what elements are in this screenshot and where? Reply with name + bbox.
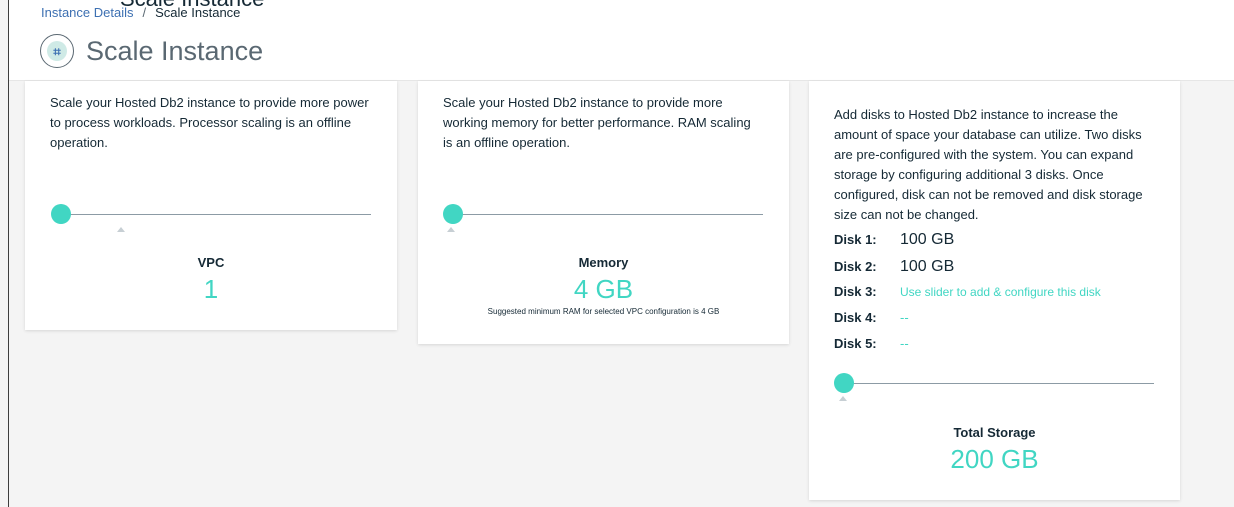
vpc-slider[interactable] <box>51 204 371 224</box>
disk-1-value: 100 GB <box>900 231 955 248</box>
vpc-slider-tick <box>117 227 125 232</box>
total-storage-label: Total Storage <box>953 425 1036 440</box>
memory-slider-track[interactable] <box>453 214 763 215</box>
breadcrumb-separator: / <box>142 5 147 20</box>
disk-4-label: Disk 4: <box>834 310 877 325</box>
disk-4-value: -- <box>900 310 909 325</box>
breadcrumb-current: Scale Instance <box>155 5 241 20</box>
storage-description: Add disks to Hosted Db2 instance to incr… <box>834 107 1143 222</box>
memory-suggestion-note: Suggested minimum RAM for selected VPC c… <box>487 307 720 316</box>
storage-slider[interactable] <box>834 373 1154 393</box>
storage-card: Add disks to Hosted Db2 instance to incr… <box>809 81 1180 500</box>
memory-slider-thumb[interactable] <box>443 204 463 224</box>
memory-value: 4 GB <box>573 274 634 304</box>
title-row: ⌗ Scale Instance <box>40 34 263 68</box>
vpc-label: VPC <box>197 255 225 270</box>
storage-slider-tick <box>839 396 847 401</box>
processor-card: Scale your Hosted Db2 instance to provid… <box>25 81 397 330</box>
memory-label: Memory <box>578 255 629 270</box>
memory-description: Scale your Hosted Db2 instance to provid… <box>443 95 751 150</box>
vpc-slider-track[interactable] <box>61 214 371 215</box>
vpc-value: 1 <box>203 274 219 304</box>
disk-2-value: 100 GB <box>900 258 955 275</box>
storage-slider-track[interactable] <box>844 383 1154 384</box>
page-title: Scale Instance <box>86 35 264 66</box>
vpc-slider-thumb[interactable] <box>51 204 71 224</box>
instance-hexagon-icon: ⌗ <box>40 34 74 68</box>
memory-slider[interactable] <box>443 204 763 224</box>
disk-row-5: Disk 5: -- <box>834 336 909 351</box>
disk-3-configure-hint[interactable]: Use slider to add & configure this disk <box>900 285 1101 299</box>
memory-slider-tick <box>447 227 455 232</box>
disk-row-3: Disk 3: Use slider to add & configure th… <box>834 284 1101 299</box>
disk-5-label: Disk 5: <box>834 336 877 351</box>
disk-1-label: Disk 1: <box>834 232 877 247</box>
total-storage-value: 200 GB <box>950 444 1039 474</box>
breadcrumb-link-instance-details[interactable]: Instance Details <box>41 5 134 20</box>
disk-row-4: Disk 4: -- <box>834 310 909 325</box>
disk-row-1: Disk 1: 100 GB <box>834 231 954 249</box>
breadcrumb: Instance Details / Scale Instance <box>41 5 240 20</box>
processor-description: Scale your Hosted Db2 instance to provid… <box>50 95 369 150</box>
disk-2-label: Disk 2: <box>834 259 877 274</box>
memory-card: Scale your Hosted Db2 instance to provid… <box>418 81 789 344</box>
disk-5-value: -- <box>900 336 909 351</box>
disk-3-label: Disk 3: <box>834 284 877 299</box>
storage-slider-thumb[interactable] <box>834 373 854 393</box>
disk-row-2: Disk 2: 100 GB <box>834 258 954 276</box>
